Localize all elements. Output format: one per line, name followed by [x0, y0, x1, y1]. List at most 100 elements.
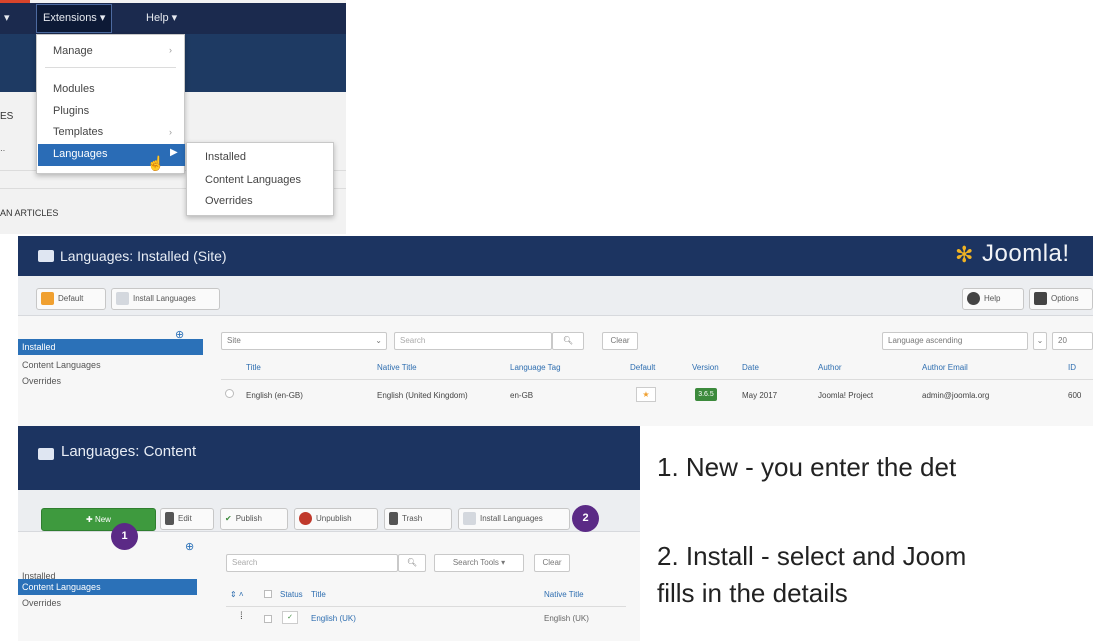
search-icon: 🔍︎ [406, 558, 418, 567]
clear-button-label: Clear [610, 336, 630, 345]
sort-chevron[interactable]: ⌄ [1033, 332, 1047, 350]
page-title: Languages: Content [61, 443, 197, 460]
joomla-brand: Joomla! [982, 240, 1070, 267]
trash-button[interactable]: Trash [384, 508, 452, 530]
install-languages-label: Install Languages [133, 294, 196, 303]
cell-native-title: English (UK) [544, 614, 589, 623]
cell-date: May 2017 [742, 391, 778, 400]
publish-button[interactable]: ✔ Publish [220, 508, 288, 530]
cell-language-tag: en-GB [510, 391, 534, 400]
note-step-2: 2. Install - select and Joom [657, 541, 967, 571]
sort-select-value: Language ascending [888, 336, 963, 345]
content-screenshot: Languages: Content ✚ New Edit ✔ Publish U… [18, 426, 640, 641]
client-select-value: Site [227, 336, 241, 345]
column-header-language-tag[interactable]: Language Tag [510, 363, 561, 372]
install-languages-button[interactable]: Install Languages [458, 508, 570, 530]
default-button-label: Default [58, 294, 84, 303]
toggle-sidebar-icon[interactable]: ⊕ [185, 540, 194, 553]
sort-select[interactable]: Language ascending [882, 332, 1028, 350]
extensions-dropdown: Manage › Modules Plugins Templates › Lan… [36, 34, 185, 174]
menu-item-templates[interactable]: Templates [53, 126, 103, 138]
row-radio[interactable] [225, 389, 234, 398]
search-button[interactable]: 🔍︎ [552, 332, 584, 350]
new-button[interactable]: ✚ New [41, 508, 156, 531]
column-header-default[interactable]: Default [630, 363, 655, 372]
menu-item-plugins[interactable]: Plugins [53, 105, 89, 117]
triangle-right-icon: ▶ [170, 147, 178, 158]
column-header-title[interactable]: Title [246, 363, 261, 372]
gear-icon [1034, 292, 1047, 306]
column-header-date[interactable]: Date [742, 363, 759, 372]
column-header-author-email[interactable]: Author Email [922, 363, 968, 372]
clear-button[interactable]: Clear [602, 332, 638, 350]
speech-bubble-icon [38, 448, 54, 460]
cell-title-link[interactable]: English (UK) [311, 614, 356, 623]
search-button[interactable]: 🔍︎ [398, 554, 426, 572]
edit-button[interactable]: Edit [160, 508, 214, 530]
column-header-author[interactable]: Author [818, 363, 842, 372]
version-badge: 3.6.5 [695, 388, 717, 401]
sidebar-item-overrides[interactable]: Overrides [22, 376, 61, 386]
submenu-item-content-languages[interactable]: Content Languages [205, 174, 301, 186]
clear-button-label: Clear [542, 558, 562, 567]
sort-order-icon[interactable]: ⇕ ˄ [230, 590, 244, 599]
menu-item-manage[interactable]: Manage [53, 45, 93, 57]
search-tools-label: Search Tools ▾ [452, 558, 506, 567]
column-header-id[interactable]: ID [1068, 363, 1076, 372]
cut-off-label: ES [0, 111, 14, 122]
languages-submenu: Installed Content Languages Overrides [186, 142, 334, 216]
cut-off-label: ·· [0, 146, 6, 155]
nav-extensions[interactable]: Extensions ▾ [36, 4, 113, 33]
published-status-icon[interactable]: ✓ [282, 611, 298, 624]
drag-handle-icon[interactable]: ⁞ [240, 611, 243, 622]
row-checkbox[interactable] [264, 615, 272, 623]
submenu-item-installed[interactable]: Installed [205, 151, 246, 163]
cell-author: Joomla! Project [818, 391, 874, 400]
clear-button[interactable]: Clear [534, 554, 570, 572]
options-button[interactable]: Options [1029, 288, 1093, 310]
default-star-icon[interactable]: ★ [636, 387, 656, 402]
column-header-native-title[interactable]: Native Title [377, 363, 417, 372]
new-button-label: New [94, 515, 111, 524]
section-label: AN ARTICLES [0, 208, 59, 218]
table-divider [221, 379, 1093, 380]
unpublish-button[interactable]: Unpublish [294, 508, 378, 530]
nav-help[interactable]: Help ▾ [146, 3, 177, 34]
menu-screenshot: ▾ Extensions ▾ Help ▾ ES ·· AN ARTICLES … [0, 0, 346, 234]
page-title: Languages: Installed (Site) [60, 248, 227, 264]
installed-screenshot: Languages: Installed (Site) ✻ Joomla! De… [18, 236, 1093, 426]
sidebar-item-content-languages[interactable]: Content Languages [22, 360, 101, 370]
column-header-status[interactable]: Status [280, 590, 303, 599]
edit-button-label: Edit [178, 514, 192, 523]
menu-item-modules[interactable]: Modules [53, 83, 95, 95]
sidebar-item-label: Installed [22, 342, 56, 352]
select-all-checkbox[interactable] [264, 590, 272, 598]
table-divider [226, 606, 626, 607]
publish-button-label: Publish [235, 514, 262, 523]
limit-select[interactable]: 20 [1052, 332, 1093, 350]
column-header-native-title[interactable]: Native Title [544, 590, 584, 599]
install-languages-button[interactable]: Install Languages [111, 288, 220, 310]
help-button[interactable]: Help [962, 288, 1024, 310]
sidebar-item-overrides[interactable]: Overrides [22, 598, 61, 608]
nav-caret[interactable]: ▾ [4, 3, 10, 34]
install-languages-label: Install Languages [480, 514, 543, 523]
trash-button-label: Trash [402, 514, 423, 523]
default-button[interactable]: Default [36, 288, 106, 310]
submenu-item-overrides[interactable]: Overrides [205, 195, 253, 207]
client-select[interactable]: Site ⌄ [221, 332, 387, 350]
menu-item-languages-label: Languages [53, 148, 108, 160]
search-input[interactable]: Search [394, 332, 552, 350]
column-header-version[interactable]: Version [692, 363, 719, 372]
search-input[interactable]: Search [226, 554, 398, 572]
star-icon [41, 292, 54, 306]
hand-cursor-icon: ☝ [147, 155, 165, 171]
search-tools-button[interactable]: Search Tools ▾ [434, 554, 524, 572]
cell-title: English (en-GB) [246, 391, 303, 400]
upload-icon [463, 512, 476, 526]
menu-divider [45, 67, 176, 68]
column-header-title[interactable]: Title [311, 590, 326, 599]
edit-icon [165, 512, 174, 526]
speech-bubble-icon [38, 250, 54, 262]
options-button-label: Options [1051, 294, 1079, 303]
